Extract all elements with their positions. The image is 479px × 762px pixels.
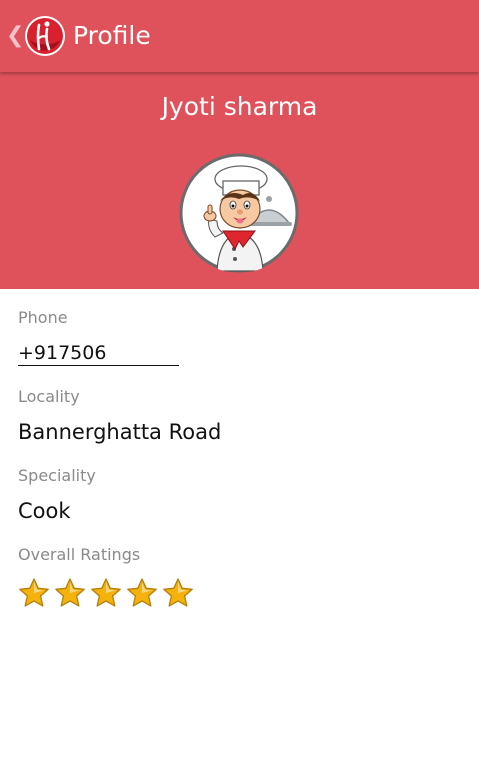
phone-label: Phone — [18, 308, 68, 327]
app-logo-icon — [25, 16, 65, 56]
star-icon[interactable] — [162, 577, 194, 609]
chef-avatar-icon — [179, 153, 299, 273]
locality-label: Locality — [18, 387, 80, 406]
action-bar: ❮ Profile — [0, 0, 479, 72]
rating-stars[interactable] — [18, 577, 194, 609]
star-icon[interactable] — [18, 577, 50, 609]
screen-title: Profile — [73, 21, 151, 50]
locality-value: Bannerghatta Road — [18, 420, 222, 444]
star-icon[interactable] — [90, 577, 122, 609]
speciality-label: Speciality — [18, 466, 96, 485]
profile-screen: ❮ Profile Jyoti sharma Phone +917506 Loc… — [0, 0, 479, 762]
star-icon[interactable] — [126, 577, 158, 609]
profile-name: Jyoti sharma — [161, 92, 318, 121]
ratings-label: Overall Ratings — [18, 545, 141, 564]
star-icon[interactable] — [54, 577, 86, 609]
phone-value[interactable]: +917506 — [18, 341, 179, 366]
up-button[interactable]: ❮ — [3, 0, 65, 72]
chevron-left-icon: ❮ — [6, 23, 25, 48]
avatar[interactable] — [179, 153, 299, 273]
speciality-value: Cook — [18, 499, 71, 523]
